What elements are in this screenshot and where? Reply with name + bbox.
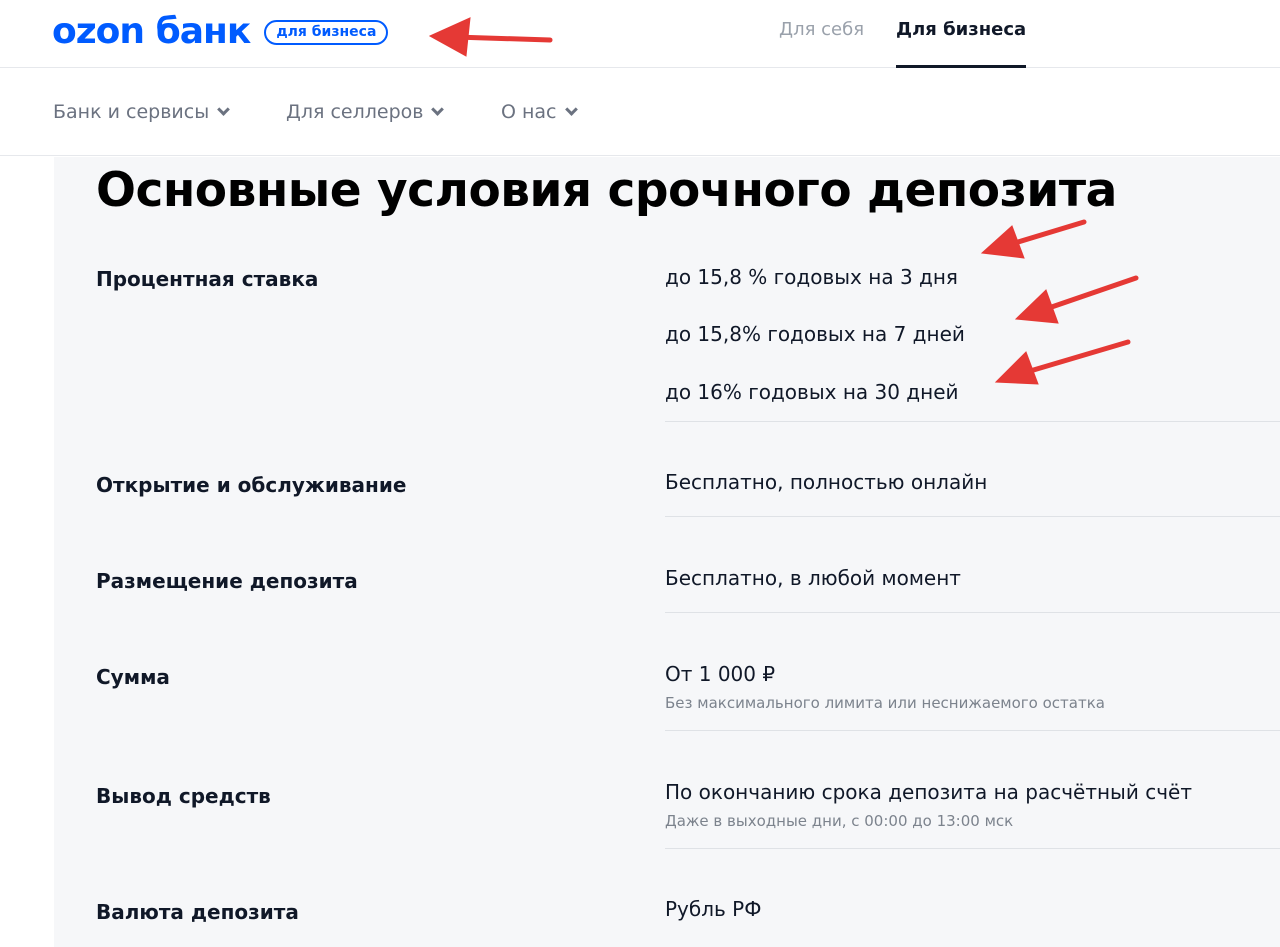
row-divider	[665, 730, 1280, 731]
nav-bank-and-services[interactable]: Банк и сервисы	[53, 101, 231, 123]
label-opening-service: Открытие и обслуживание	[96, 473, 407, 497]
value-rate-3-days: до 15,8 % годовых на 3 дня	[665, 265, 958, 289]
tab-business[interactable]: Для бизнеса	[896, 0, 1027, 68]
chevron-down-icon	[431, 102, 445, 116]
nav-about[interactable]: О нас	[501, 101, 578, 123]
nav-label: Для селлеров	[286, 101, 424, 123]
value-opening-service: Бесплатно, полностью онлайн	[665, 470, 988, 494]
nav-label: Банк и сервисы	[53, 101, 210, 123]
top-bar: ozon банк для бизнеса Для себя Для бизне…	[0, 0, 1280, 68]
label-interest-rate: Процентная ставка	[96, 267, 319, 291]
deposit-conditions-section: Основные условия срочного депозита Проце…	[54, 157, 1280, 947]
row-divider	[665, 516, 1280, 517]
row-divider	[665, 421, 1280, 422]
chevron-down-icon	[564, 102, 578, 116]
row-divider	[665, 848, 1280, 849]
value-placement: Бесплатно, в любой момент	[665, 566, 961, 590]
business-badge: для бизнеса	[264, 19, 389, 45]
note-amount: Без максимального лимита или неснижаемог…	[665, 694, 1105, 712]
logo[interactable]: ozon банк для бизнеса	[52, 8, 389, 56]
label-placement: Размещение депозита	[96, 569, 358, 593]
nav-label: О нас	[501, 101, 557, 123]
note-withdrawal: Даже в выходные дни, с 00:00 до 13:00 мс…	[665, 812, 1014, 830]
value-amount: От 1 000 ₽	[665, 662, 776, 686]
nav-for-sellers[interactable]: Для селлеров	[286, 101, 445, 123]
label-currency: Валюта депозита	[96, 900, 299, 924]
segment-tabs: Для себя Для бизнеса	[779, 0, 1058, 68]
label-amount: Сумма	[96, 665, 170, 689]
value-withdrawal: По окончанию срока депозита на расчётный…	[665, 780, 1192, 804]
tab-personal[interactable]: Для себя	[779, 0, 864, 68]
logo-text: ozon банк	[52, 11, 251, 52]
value-rate-7-days: до 15,8% годовых на 7 дней	[665, 322, 965, 346]
value-currency: Рубль РФ	[665, 897, 762, 921]
value-rate-30-days: до 16% годовых на 30 дней	[665, 380, 959, 404]
page-title: Основные условия срочного депозита	[96, 163, 1117, 218]
sub-navigation: Банк и сервисы Для селлеров О нас	[0, 69, 1280, 156]
row-divider	[665, 612, 1280, 613]
label-withdrawal: Вывод средств	[96, 784, 271, 808]
chevron-down-icon	[217, 102, 231, 116]
